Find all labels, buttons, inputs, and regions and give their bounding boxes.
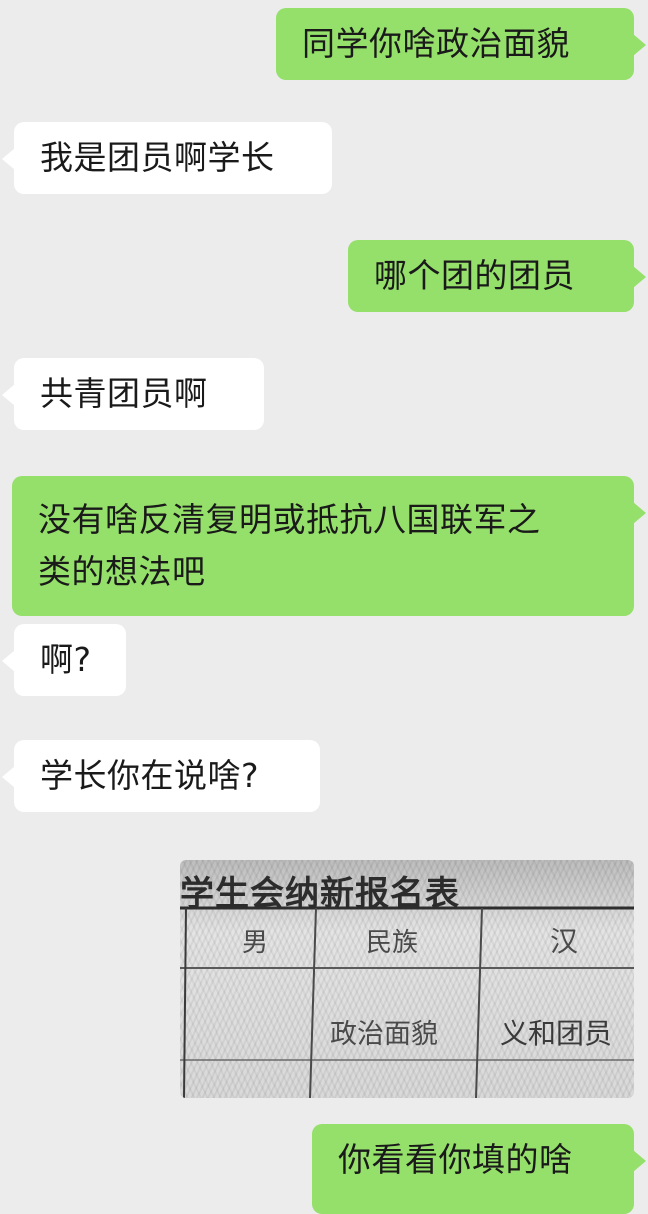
form-political-label: 政治面貌 xyxy=(330,1019,438,1050)
message-incoming[interactable]: 共青团员啊 xyxy=(2,358,264,430)
message-incoming[interactable]: 学长你在说啥? xyxy=(2,740,320,812)
message-text-line: 没有啥反清复明或抵抗八国联军之 xyxy=(38,500,541,539)
message-text: 共青团员啊 xyxy=(40,374,208,413)
message-text: 你看看你填的啥 xyxy=(338,1140,573,1179)
message-outgoing[interactable]: 哪个团的团员 xyxy=(348,240,646,312)
message-text: 同学你啥政治面貌 xyxy=(302,24,570,63)
message-incoming[interactable]: 啊? xyxy=(2,624,126,696)
form-title: 学生会纳新报名表 xyxy=(180,874,460,914)
form-ethnicity-value: 汉 xyxy=(550,925,579,958)
chat-thread: 同学你啥政治面貌 我是团员啊学长 哪个团的团员 共青团员啊 没有啥反清复明或抵抗… xyxy=(0,0,648,1214)
message-text: 哪个团的团员 xyxy=(374,256,575,295)
message-text: 我是团员啊学长 xyxy=(40,138,275,177)
message-text-line: 类的想法吧 xyxy=(38,552,206,591)
message-text: 啊? xyxy=(40,640,92,679)
message-text: 学长你在说啥? xyxy=(40,756,260,795)
message-incoming[interactable]: 我是团员啊学长 xyxy=(2,122,332,194)
message-outgoing[interactable]: 没有啥反清复明或抵抗八国联军之 类的想法吧 xyxy=(12,476,646,616)
form-ethnicity-label: 民族 xyxy=(366,928,419,958)
form-gender-value: 男 xyxy=(242,928,269,958)
message-outgoing[interactable]: 同学你啥政治面貌 xyxy=(276,8,646,80)
message-outgoing[interactable]: 你看看你填的啥 xyxy=(312,1124,646,1214)
image-message[interactable]: 学生会纳新报名表 男 民族 汉 政治面貌 义和团员 xyxy=(180,860,634,1098)
form-political-value: 义和团员 xyxy=(500,1017,613,1050)
